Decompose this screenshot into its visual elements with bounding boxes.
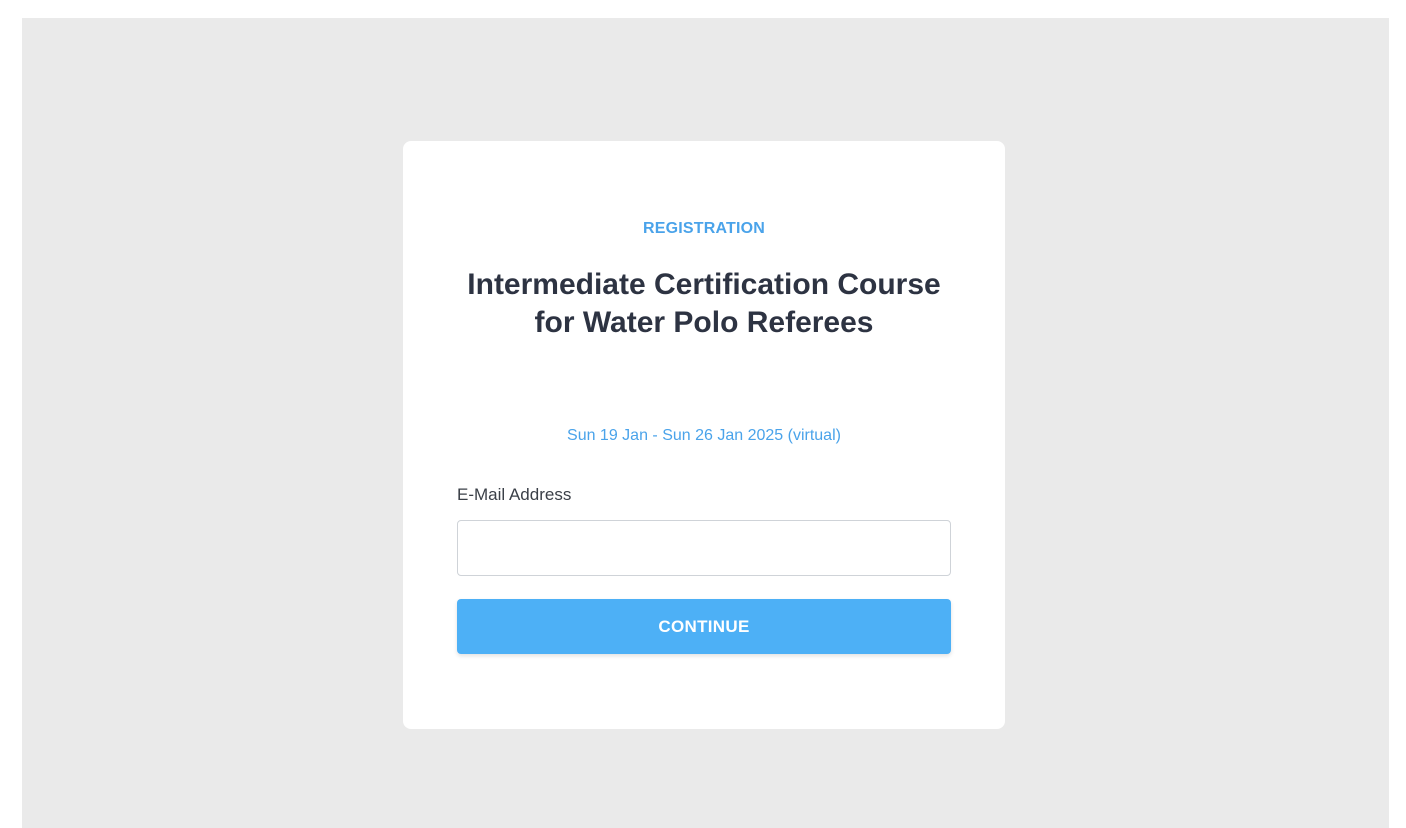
course-title: Intermediate Certification Course for Wa… [467, 268, 941, 339]
registration-eyebrow: REGISTRATION [642, 220, 766, 237]
email-field[interactable] [457, 520, 951, 576]
page-background: REGISTRATION Intermediate Certification … [22, 18, 1389, 828]
email-label: E-Mail Address [457, 485, 572, 504]
registration-card: REGISTRATION Intermediate Certification … [403, 141, 1005, 729]
continue-button[interactable]: CONTINUE [457, 599, 951, 654]
course-dates: Sun 19 Jan - Sun 26 Jan 2025 (virtual) [567, 427, 841, 444]
